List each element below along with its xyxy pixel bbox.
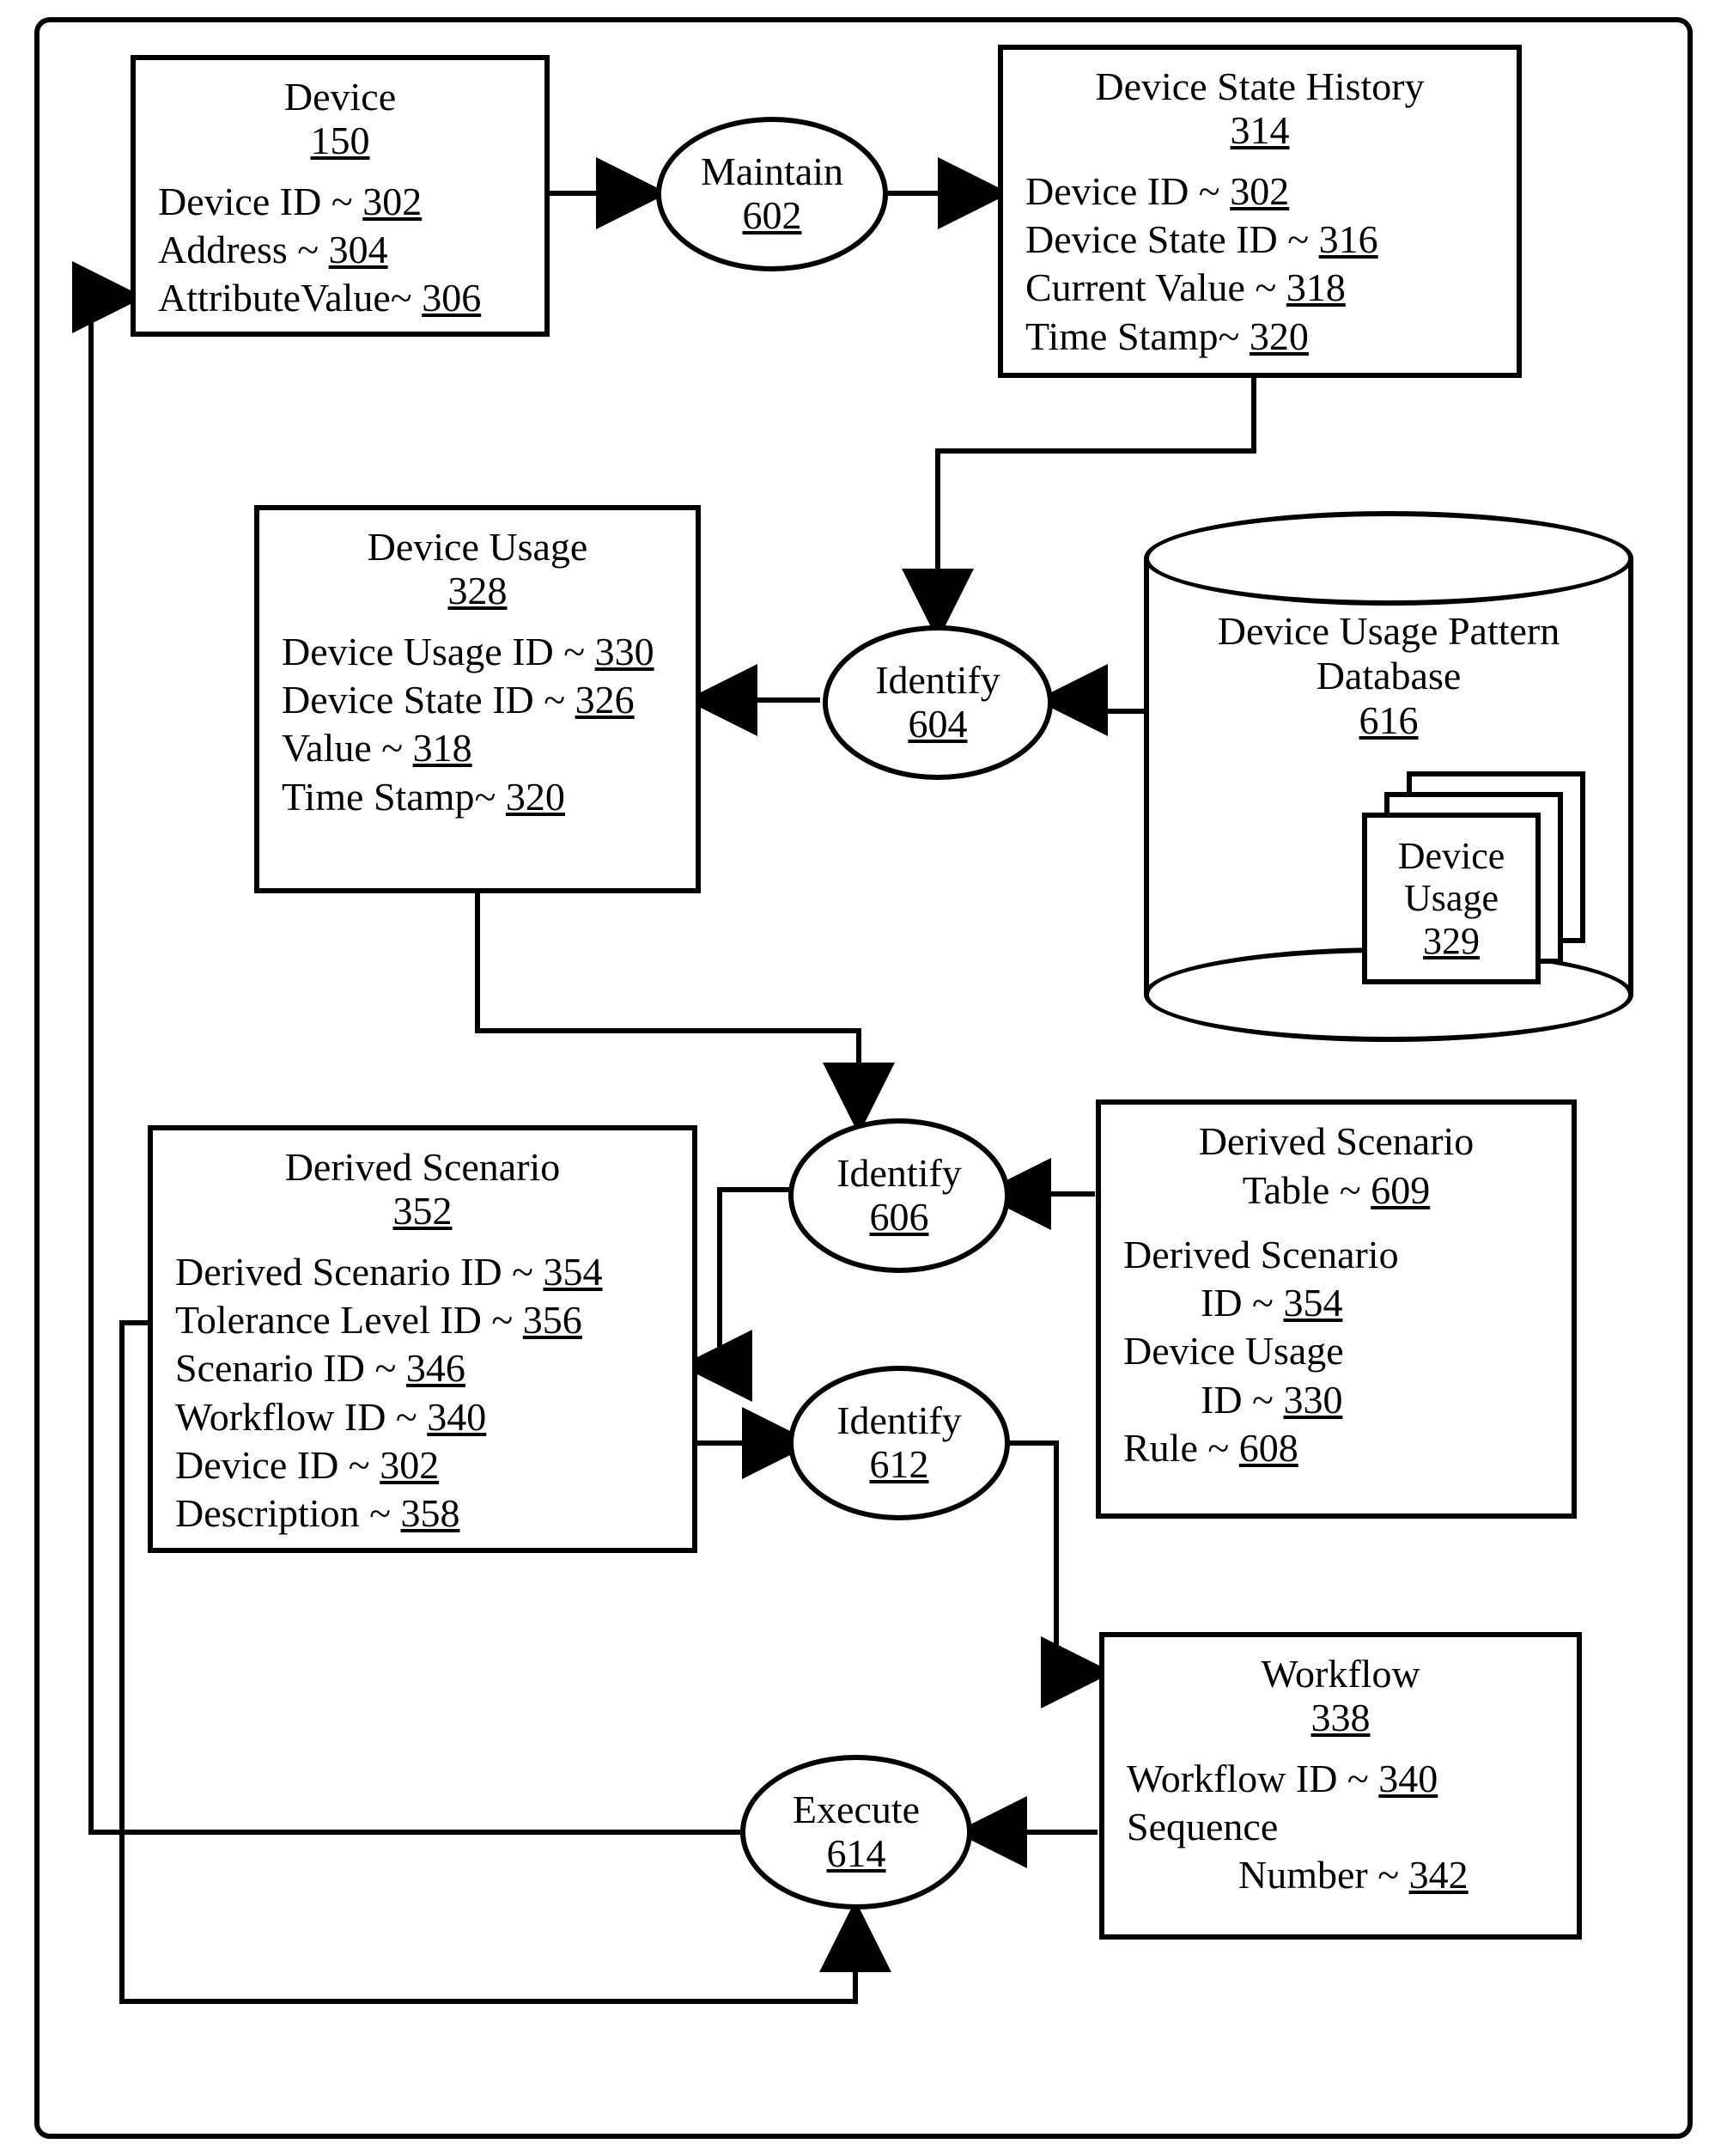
identify-606-process: Identify 606 (788, 1118, 1010, 1273)
identify-606-label: Identify (836, 1152, 962, 1196)
derived-scenario-title: Derived Scenario (175, 1146, 670, 1190)
ds-table-title-line2: Table ~ (1243, 1168, 1371, 1212)
history-number: 314 (1025, 109, 1494, 153)
identify-612-label: Identify (836, 1399, 962, 1443)
usage-number: 328 (282, 569, 673, 613)
database-number: 616 (1144, 699, 1633, 743)
derived-scenario-box: Derived Scenario 352 Derived Scenario ID… (148, 1125, 697, 1553)
identify-612-number: 612 (870, 1443, 929, 1487)
usage-attrs: Device Usage ID ~ 330 Device State ID ~ … (282, 628, 673, 820)
execute-label: Execute (793, 1788, 920, 1832)
maintain-process: Maintain 602 (656, 117, 888, 271)
ds-table-title-line1: Derived Scenario (1123, 1120, 1549, 1164)
device-title: Device (158, 76, 522, 119)
device-usage-stack: Device Usage 329 (1362, 771, 1585, 984)
device-number: 150 (158, 119, 522, 163)
usage-title: Device Usage (282, 526, 673, 569)
identify-604-number: 604 (909, 703, 968, 746)
history-attrs: Device ID ~ 302 Device State ID ~ 316 Cu… (1025, 167, 1494, 360)
workflow-box: Workflow 338 Workflow ID ~ 340 Sequence … (1099, 1632, 1582, 1940)
history-title: Device State History (1025, 65, 1494, 109)
history-box: Device State History 314 Device ID ~ 302… (998, 45, 1522, 378)
workflow-number: 338 (1127, 1696, 1554, 1740)
derived-scenario-attrs: Derived Scenario ID ~ 354 Tolerance Leve… (175, 1248, 670, 1538)
workflow-title: Workflow (1127, 1653, 1554, 1696)
device-box: Device 150 Device ID ~ 302 Address ~ 304… (131, 55, 550, 337)
derived-scenario-number: 352 (175, 1190, 670, 1233)
ds-table-attrs: Derived Scenario ID ~ 354 Device Usage I… (1123, 1231, 1549, 1472)
ds-table-number: 609 (1371, 1168, 1430, 1212)
execute-process: Execute 614 (740, 1755, 972, 1909)
identify-604-process: Identify 604 (823, 625, 1053, 780)
database-title2: Database (1144, 655, 1633, 698)
device-attrs: Device ID ~ 302 Address ~ 304 AttributeV… (158, 178, 522, 322)
execute-number: 614 (827, 1832, 886, 1876)
derived-scenario-table-box: Derived Scenario Table ~ 609 Derived Sce… (1096, 1099, 1577, 1519)
workflow-attrs: Workflow ID ~ 340 Sequence Number ~ 342 (1127, 1755, 1554, 1899)
database-title1: Device Usage Pattern (1144, 610, 1633, 654)
device-usage-stack-line2: Usage (1404, 877, 1499, 919)
device-usage-stack-number: 329 (1423, 920, 1480, 962)
identify-604-label: Identify (875, 659, 1000, 703)
usage-box: Device Usage 328 Device Usage ID ~ 330 D… (254, 505, 701, 893)
identify-606-number: 606 (870, 1196, 929, 1239)
maintain-number: 602 (743, 194, 802, 238)
device-usage-stack-line1: Device (1398, 835, 1505, 877)
identify-612-process: Identify 612 (788, 1366, 1010, 1520)
maintain-label: Maintain (701, 150, 843, 194)
